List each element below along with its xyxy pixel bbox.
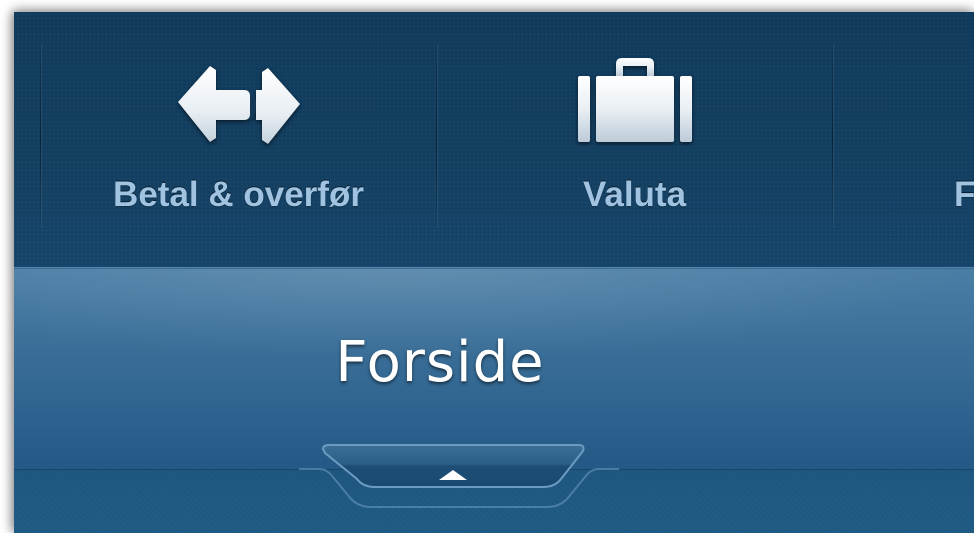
nav-item-betal-overfor[interactable]: Betal & overfør — [41, 12, 436, 267]
nav-item-label: Valuta — [582, 175, 687, 214]
nav-item-partial[interactable]: F — [833, 12, 974, 267]
nav-item-label: F — [954, 175, 974, 214]
nav-item-label: Betal & overfør — [113, 175, 364, 214]
pull-tab-button[interactable] — [299, 427, 619, 528]
app-screen: Betal & overfør Valuta F Forside — [14, 12, 974, 533]
top-navigation-bar: Betal & overfør Valuta F — [14, 12, 974, 267]
briefcase-icon — [574, 54, 696, 151]
nav-item-valuta[interactable]: Valuta — [437, 12, 832, 267]
page-title: Forside — [335, 330, 545, 395]
transfer-arrows-icon — [176, 60, 302, 155]
